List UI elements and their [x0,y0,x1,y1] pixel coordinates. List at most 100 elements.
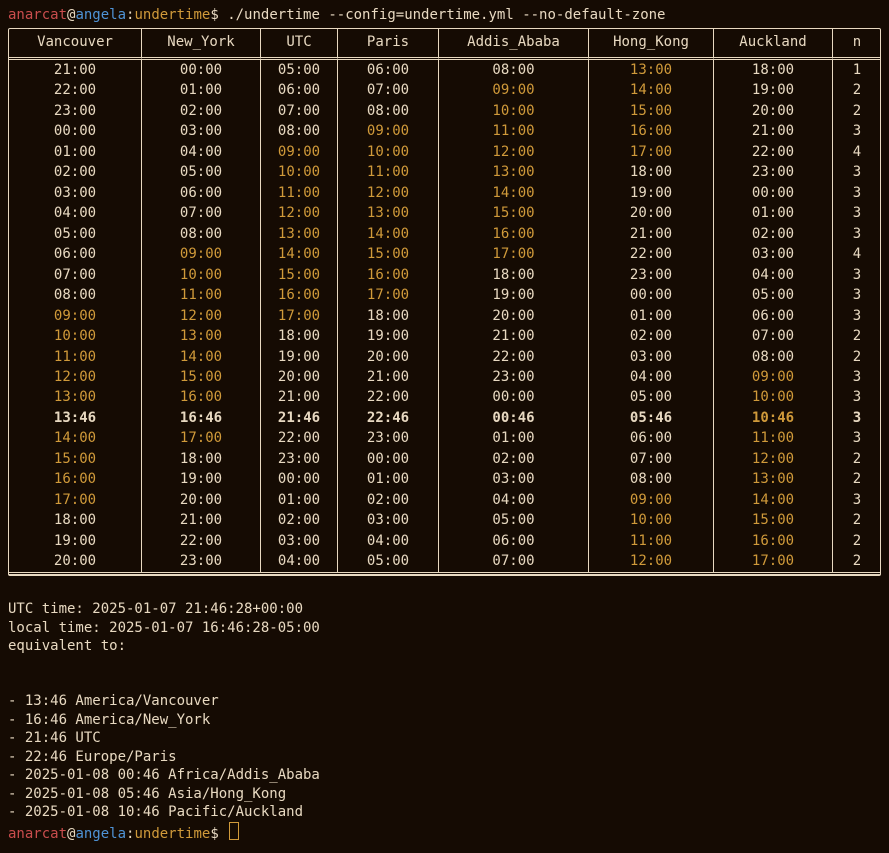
column-header: Addis_Ababa [439,29,589,59]
time-cell: 16:00 [261,285,338,305]
time-cell: 14:00 [439,183,589,203]
time-cell: 08:00 [9,285,142,305]
time-cell: 12:00 [589,551,714,571]
time-cell: 00:00 [439,387,589,407]
terminal[interactable]: anarcat@angela:undertime$ ./undertime --… [0,0,889,853]
time-cell: 17:00 [9,490,142,510]
time-cell: 13:00 [589,60,714,80]
column-header: Vancouver [9,29,142,59]
time-cell: 09:00 [439,80,589,100]
time-cell: 2 [833,326,881,346]
column-header: Paris [338,29,439,59]
time-cell: 23:00 [261,449,338,469]
time-cell: 16:46 [142,408,261,428]
time-cell: 13:00 [261,224,338,244]
time-cell: 07:00 [261,101,338,121]
time-cell: 21:00 [9,60,142,80]
cursor [229,822,239,840]
time-cell: 2 [833,510,881,530]
time-cell: 2 [833,469,881,489]
time-cell: 22:00 [439,347,589,367]
time-cell: 02:00 [589,326,714,346]
time-cell: 18:00 [714,60,833,80]
time-cell: 2 [833,551,881,571]
time-cell: 07:00 [338,80,439,100]
equivalent-line: - 13:46 America/Vancouver [8,693,219,709]
time-cell: 2 [833,347,881,367]
time-cell: 05:00 [261,60,338,80]
time-cell: 17:00 [589,142,714,162]
time-cell: 01:00 [142,80,261,100]
time-cell: 16:00 [338,265,439,285]
time-cell: 06:00 [9,244,142,264]
equivalent-line: - 2025-01-08 10:46 Pacific/Auckland [8,804,303,820]
prompt-dollar: $ [210,7,227,23]
time-cell: 11:00 [714,428,833,448]
column-header: UTC [261,29,338,59]
time-cell: 01:00 [714,203,833,223]
time-cell: 10:00 [142,265,261,285]
time-cell: 02:00 [714,224,833,244]
column-header: Auckland [714,29,833,59]
time-cell: 13:00 [9,387,142,407]
time-cell: 13:46 [9,408,142,428]
time-cell: 18:00 [338,306,439,326]
time-cell: 03:00 [261,531,338,551]
time-cell: 10:00 [714,387,833,407]
equivalent-line: - 22:46 Europe/Paris [8,749,177,765]
time-cell: 11:00 [338,162,439,182]
time-cell: 08:00 [261,121,338,141]
time-cell: 2 [833,531,881,551]
time-cell: 12:00 [439,142,589,162]
prompt-line-1: anarcat@angela:undertime$ ./undertime --… [8,6,881,24]
time-cell: 07:00 [142,203,261,223]
time-cell: 10:00 [261,162,338,182]
time-cell: 23:00 [589,265,714,285]
time-cell: 13:00 [142,326,261,346]
time-cell: 19:00 [142,469,261,489]
prompt-path: undertime [134,7,210,23]
time-cell: 08:00 [589,469,714,489]
time-cell: 20:00 [142,490,261,510]
time-cell: 4 [833,244,881,264]
prompt-line-2[interactable]: anarcat@angela:undertime$ [8,822,881,843]
time-cell: 04:00 [142,142,261,162]
time-cell: 02:00 [142,101,261,121]
time-cell: 07:00 [714,326,833,346]
time-cell: 3 [833,121,881,141]
time-cell: 06:00 [338,60,439,80]
time-cell: 05:00 [714,285,833,305]
time-cell: 07:00 [439,551,589,571]
time-cell: 16:00 [142,387,261,407]
equivalent-line: - 21:46 UTC [8,730,101,746]
time-cell: 14:00 [714,490,833,510]
time-cell: 22:00 [142,531,261,551]
time-cell: 19:00 [439,285,589,305]
prompt-host: angela [75,7,126,23]
time-cell: 4 [833,142,881,162]
time-cell: 10:00 [9,326,142,346]
command-text: ./undertime --config=undertime.yml --no-… [227,7,665,23]
time-cell: 06:00 [589,428,714,448]
time-cell: 11:00 [142,285,261,305]
time-cell: 2 [833,80,881,100]
time-cell: 23:00 [714,162,833,182]
time-cell: 08:00 [142,224,261,244]
time-cell: 00:00 [589,285,714,305]
time-cell: 08:00 [714,347,833,367]
time-cell: 07:00 [589,449,714,469]
column-header: n [833,29,881,59]
time-cell: 03:00 [589,347,714,367]
time-cell: 15:00 [142,367,261,387]
time-cell: 04:00 [338,531,439,551]
time-cell: 13:00 [714,469,833,489]
time-cell: 3 [833,306,881,326]
time-cell: 22:00 [338,387,439,407]
time-cell: 3 [833,408,881,428]
time-cell: 3 [833,203,881,223]
time-cell: 07:00 [9,265,142,285]
time-cell: 11:00 [439,121,589,141]
time-cell: 01:00 [9,142,142,162]
time-cell: 01:00 [338,469,439,489]
time-cell: 00:00 [338,449,439,469]
